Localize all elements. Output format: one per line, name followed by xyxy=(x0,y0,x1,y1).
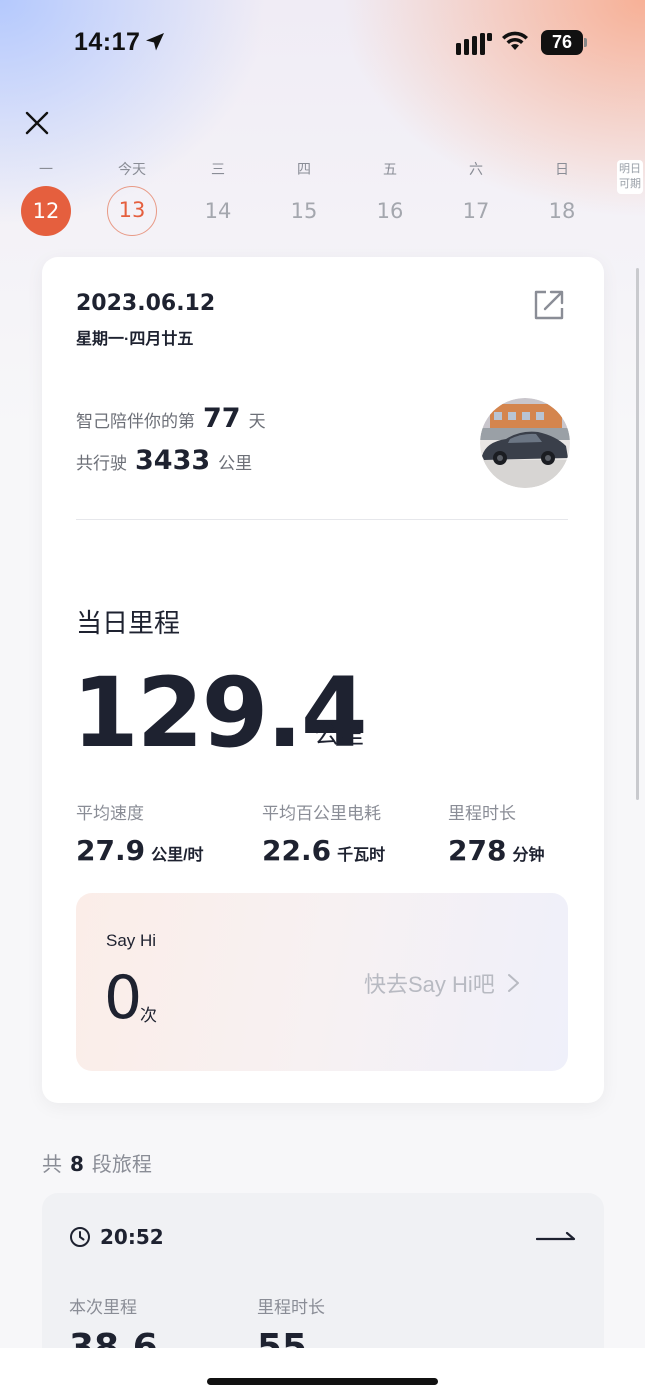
trip-duration-value: 55 xyxy=(257,1327,308,1349)
daily-mileage-unit: 公里 xyxy=(314,721,365,749)
week-day-4[interactable]: 五 16 xyxy=(360,158,420,236)
battery-indicator: 76 xyxy=(541,30,587,55)
week-day-label: 四 xyxy=(297,161,311,177)
clock-icon xyxy=(70,1227,90,1247)
chevron-right-icon xyxy=(507,974,519,992)
week-day-label: 日 xyxy=(555,161,569,177)
week-day-label: 五 xyxy=(383,161,397,177)
daily-summary-card: 2023.06.12 星期一·四月廿五 智己陪伴你的第 77 天 共行驶 343… xyxy=(42,257,604,1103)
stat-unit: 千瓦时 xyxy=(337,847,386,864)
stat-driving-duration: 里程时长 278 分钟 xyxy=(448,799,544,867)
week-day-2[interactable]: 三 14 xyxy=(188,158,248,236)
bottom-safe-area xyxy=(0,1348,645,1398)
stat-avg-speed: 平均速度 27.9 公里/时 xyxy=(76,799,204,867)
week-day-number[interactable]: 18 xyxy=(537,186,587,236)
week-day-number[interactable]: 16 xyxy=(365,186,415,236)
stat-unit: 分钟 xyxy=(512,847,545,864)
battery-level: 76 xyxy=(541,30,583,55)
card-weekday-lunar: 星期一·四月廿五 xyxy=(76,331,194,348)
home-indicator[interactable] xyxy=(207,1378,438,1385)
trip-duration-label: 里程时长 xyxy=(257,1298,325,1317)
say-hi-unit: 次 xyxy=(140,1006,157,1025)
trip-count-suffix: 段旅程 xyxy=(91,1154,152,1176)
companion-suffix: 天 xyxy=(248,412,266,431)
say-hi-panel[interactable]: Say Hi 0 次 快去Say Hi吧 xyxy=(76,893,568,1071)
trip-count-line: 共 8 段旅程 xyxy=(42,1148,152,1177)
scrollbar[interactable] xyxy=(636,268,639,800)
stat-label: 平均速度 xyxy=(76,804,144,823)
stat-unit: 公里/时 xyxy=(151,847,204,864)
week-day-number[interactable]: 14 xyxy=(193,186,243,236)
companion-days: 77 xyxy=(203,403,241,434)
battery-nub xyxy=(584,38,587,47)
card-date: 2023.06.12 xyxy=(76,291,216,316)
total-unit: 公里 xyxy=(218,454,253,473)
week-day-label: 六 xyxy=(469,161,483,177)
car-avatar[interactable] xyxy=(480,398,570,488)
cellular-signal-icon xyxy=(456,33,492,55)
trip-count: 8 xyxy=(70,1152,84,1176)
week-day-number[interactable]: 12 xyxy=(21,186,71,236)
daily-mileage-value: 129.4 xyxy=(72,657,368,769)
stat-value: 278 xyxy=(448,834,507,867)
say-hi-cta-link[interactable]: 快去Say Hi吧 xyxy=(364,967,523,999)
trip-count-prefix: 共 xyxy=(42,1154,62,1176)
daily-mileage-title: 当日里程 xyxy=(76,608,181,638)
next-week-hint[interactable]: 明日可期 xyxy=(617,160,643,194)
week-day-1[interactable]: 今天 13 xyxy=(102,158,162,236)
stat-label: 平均百公里电耗 xyxy=(262,804,381,823)
close-icon[interactable] xyxy=(22,108,52,138)
trip-mileage-label: 本次里程 xyxy=(69,1298,137,1317)
stat-label: 里程时长 xyxy=(448,804,516,823)
share-icon[interactable] xyxy=(531,287,567,323)
say-hi-title: Say Hi xyxy=(106,931,157,950)
companion-days-line: 智己陪伴你的第 77 天 xyxy=(76,403,266,434)
trip-start-time: 20:52 xyxy=(100,1225,164,1249)
stat-energy-consumption: 平均百公里电耗 22.6 千瓦时 xyxy=(262,799,385,867)
total-km: 3433 xyxy=(135,445,211,476)
companion-prefix: 智己陪伴你的第 xyxy=(76,412,195,431)
say-hi-count: 0 xyxy=(104,963,143,1033)
week-day-6[interactable]: 日 18 xyxy=(532,158,592,236)
card-divider xyxy=(76,519,568,520)
week-day-3[interactable]: 四 15 xyxy=(274,158,334,236)
week-day-0[interactable]: 一 12 xyxy=(16,158,76,236)
week-day-number[interactable]: 15 xyxy=(279,186,329,236)
say-hi-cta-label: 快去Say Hi吧 xyxy=(364,972,495,997)
week-day-label: 三 xyxy=(211,161,225,177)
long-arrow-right-icon xyxy=(536,1231,576,1241)
trip-mileage-value: 38.6 xyxy=(69,1327,158,1349)
trip-card[interactable]: 20:52 本次里程 里程时长 38.6 55 xyxy=(42,1193,604,1349)
week-day-number[interactable]: 13 xyxy=(107,186,157,236)
week-day-label: 一 xyxy=(39,161,53,177)
week-day-label: 今天 xyxy=(118,161,146,177)
total-distance-line: 共行驶 3433 公里 xyxy=(76,445,252,476)
stat-value: 22.6 xyxy=(262,834,332,867)
week-day-number[interactable]: 17 xyxy=(451,186,501,236)
wifi-icon xyxy=(502,31,528,50)
status-time: 14:17 xyxy=(74,28,141,56)
stat-value: 27.9 xyxy=(76,834,146,867)
location-arrow-icon xyxy=(146,33,164,51)
total-prefix: 共行驶 xyxy=(76,454,127,473)
week-day-5[interactable]: 六 17 xyxy=(446,158,506,236)
